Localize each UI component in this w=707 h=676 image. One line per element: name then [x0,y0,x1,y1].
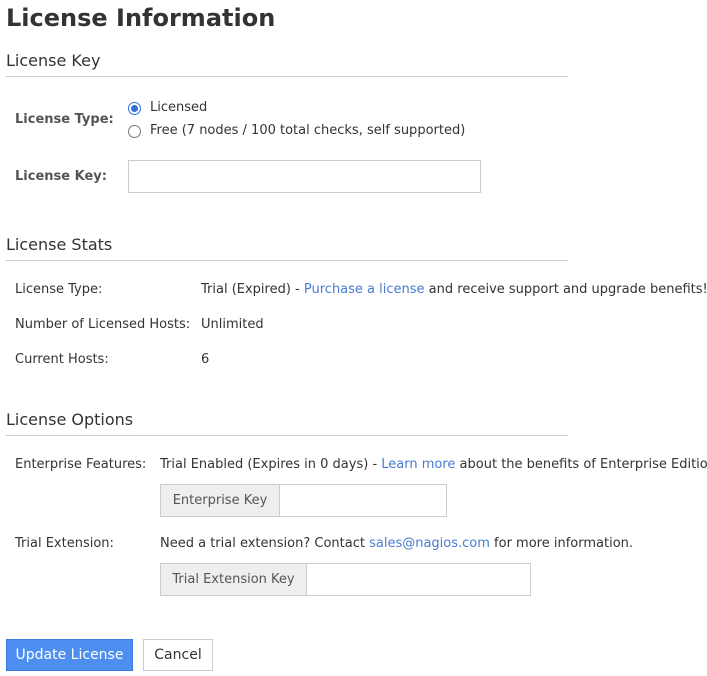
trial-info-text: for more information. [489,536,634,551]
divider [6,76,568,77]
license-type-label: License Type: [15,112,114,127]
enterprise-key-input[interactable] [280,484,447,517]
trial-extension-label: Trial Extension: [15,536,114,551]
section-title-license-key: License Key [6,51,101,70]
trial-extension-key-addon: Trial Extension Key [160,563,307,596]
section-title-license-options: License Options [6,410,134,429]
divider [6,435,568,436]
current-hosts-label: Current Hosts: [15,352,109,367]
radio-free[interactable] [128,125,141,138]
enterprise-status-text: Trial Enabled (Expires in 0 days) - [160,457,382,472]
radio-licensed-label[interactable]: Licensed [150,100,207,116]
license-key-input[interactable] [128,160,481,193]
cancel-button[interactable]: Cancel [143,639,213,671]
learn-more-link[interactable]: Learn more [381,457,455,472]
update-license-button[interactable]: Update License [6,639,133,671]
trial-extension-text: Need a trial extension? Contact sales@na… [160,536,633,552]
trial-extension-key-input[interactable] [307,563,531,596]
licensed-hosts-value: Unlimited [201,317,264,332]
licensed-hosts-label: Number of Licensed Hosts: [15,317,191,332]
enterprise-features-label: Enterprise Features: [15,457,147,472]
radio-free-label[interactable]: Free (7 nodes / 100 total checks, self s… [150,123,465,139]
divider [6,260,568,261]
current-hosts-value: 6 [201,352,210,367]
enterprise-key-addon: Enterprise Key [160,484,280,517]
section-title-license-stats: License Stats [6,235,113,254]
enterprise-key-group: Enterprise Key [160,484,447,517]
enterprise-benefits-text: about the benefits of Enterprise Edition [455,457,707,472]
sales-email-link[interactable]: sales@nagios.com [369,536,490,551]
radio-licensed[interactable] [128,102,141,115]
trial-contact-text: Need a trial extension? Contact [160,536,370,551]
license-key-label: License Key: [15,169,107,184]
trial-extension-key-group: Trial Extension Key [160,563,531,596]
license-status-text: Trial (Expired) - [201,282,304,297]
page-title: License Information [6,4,276,32]
enterprise-features-value: Trial Enabled (Expires in 0 days) - Lear… [160,457,707,473]
stats-license-type-label: License Type: [15,282,103,297]
stats-license-type-value: Trial (Expired) - Purchase a license and… [201,282,707,298]
license-benefits-text: and receive support and upgrade benefits… [424,282,707,297]
purchase-license-link[interactable]: Purchase a license [304,282,425,297]
